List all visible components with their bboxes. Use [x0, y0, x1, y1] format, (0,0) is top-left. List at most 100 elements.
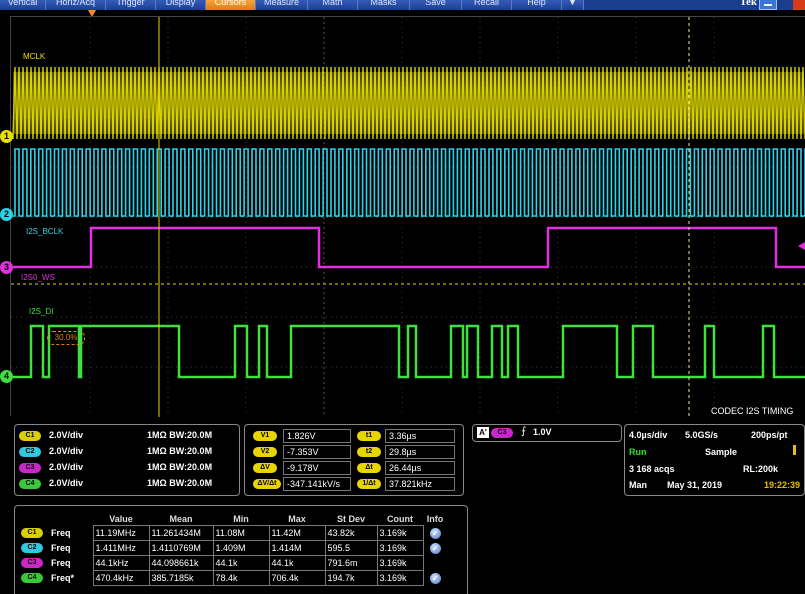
table-row[interactable]: C3 Freq 44.1kHz 44.098661k 44.1k 44.1k 791.6m 3…	[19, 555, 447, 571]
measurement-value: 11.19MHz	[92, 525, 150, 541]
menu-trigger[interactable]: Trigger	[106, 0, 156, 10]
measurement-count: 3.169k	[376, 570, 424, 586]
menu-math[interactable]: Math	[308, 0, 358, 10]
cursor-delta-t-pill: Δt	[357, 463, 381, 473]
channel-1-waveform-fill	[13, 72, 804, 134]
tek-logo: Tek	[739, 0, 757, 8]
menu-masks[interactable]: Masks	[358, 0, 410, 10]
cursor-t1-value: 3.36µs	[385, 429, 455, 443]
info-icon[interactable]: ✓	[429, 542, 441, 554]
vertical-scale: 2.0V/div	[49, 446, 84, 456]
channel-pill-c2: C2	[21, 543, 43, 554]
menu-help[interactable]: Help	[512, 0, 562, 10]
measurement-stdev: 194.7k	[324, 570, 378, 586]
vertical-impedance: 1MΩ BW:20.0M	[147, 462, 213, 472]
cursor-t1-pill: t1	[357, 431, 381, 441]
measurement-min: 44.1k	[212, 555, 270, 571]
channel-1-marker[interactable]: 1	[0, 130, 13, 143]
run-state: Run	[629, 447, 647, 457]
measurement-max: 1.414M	[268, 540, 326, 556]
waveform-display[interactable]: MCLK I2S_BCLK I2S0_WS I2S_DI 30.0% CODEC…	[10, 16, 805, 417]
vertical-row-c2[interactable]: C2 2.0V/div 1MΩ BW:20.0M	[19, 444, 212, 458]
measurement-info-cell: ✓	[423, 541, 447, 556]
menu-save[interactable]: Save	[410, 0, 462, 10]
vertical-impedance: 1MΩ BW:20.0M	[147, 478, 213, 488]
measurement-min: 78.4k	[212, 570, 270, 586]
cursor-inverse-dt-value: 37.821kHz	[385, 477, 455, 491]
trigger-source-pill: C3	[491, 428, 513, 438]
menu-horiz-acq[interactable]: Horiz/Acq	[46, 0, 106, 10]
measurement-stdev: 595.5	[324, 540, 378, 556]
table-row[interactable]: C2 Freq 1.411MHz 1.4110769M 1.409M 1.414M 595.…	[19, 540, 447, 556]
menu-measure[interactable]: Measure	[256, 0, 308, 10]
cursor-readout-panel[interactable]: V1 1.826V V2 -7.353V ΔV -9.178V ΔV/Δt -3…	[244, 424, 464, 496]
vertical-row-c4[interactable]: C4 2.0V/div 1MΩ BW:20.0M	[19, 476, 212, 490]
measurement-value: 470.4kHz	[92, 570, 150, 586]
channel-pill-c2: C2	[19, 446, 41, 457]
vertical-impedance: 1MΩ BW:20.0M	[147, 446, 213, 456]
close-button[interactable]	[793, 0, 805, 10]
minimize-button[interactable]	[759, 0, 777, 10]
header-info: Info	[426, 513, 444, 524]
vertical-settings-panel[interactable]: C1 2.0V/div 1MΩ BW:20.0M C2 2.0V/div 1MΩ BW:…	[14, 424, 240, 496]
vertical-row-c1[interactable]: C1 2.0V/div 1MΩ BW:20.0M	[19, 428, 212, 442]
resolution: 200ps/pt	[751, 430, 788, 440]
menu-recall[interactable]: Recall	[462, 0, 512, 10]
cursor-t2-value: 29.8µs	[385, 445, 455, 459]
measurement-count: 3.169k	[376, 540, 424, 556]
channel-2-label: I2S_BCLK	[26, 227, 64, 236]
trigger-level-arrow[interactable]	[798, 242, 805, 250]
measurement-value: 1.411MHz	[92, 540, 150, 556]
acquisition-count: 3 168 acqs	[629, 464, 675, 474]
measurement-stdev: 791.6m	[324, 555, 378, 571]
channel-2-marker[interactable]: 2	[0, 208, 13, 221]
measurement-mean: 385.7185k	[148, 570, 214, 586]
vertical-row-c3[interactable]: C3 2.0V/div 1MΩ BW:20.0M	[19, 460, 212, 474]
measurement-panel[interactable]: Value Mean Min Max St Dev Count Info C1 F…	[14, 505, 468, 594]
header-pill	[19, 512, 49, 526]
measurement-min: 11.08M	[212, 525, 270, 541]
channel-3-waveform	[13, 226, 805, 269]
measurement-source: C1	[19, 526, 49, 541]
cursor-v2-pill: V2	[253, 447, 277, 457]
channel-2-waveform	[13, 148, 805, 217]
table-row[interactable]: C4 Freq* 470.4kHz 385.7185k 78.4k 706.4k 194.7…	[19, 570, 447, 586]
cursor-dvdt-pill: ΔV/Δt	[253, 479, 281, 489]
header-max: Max	[288, 513, 306, 524]
time: 19:22:39	[764, 480, 801, 490]
channel-pill-c3: C3	[21, 558, 43, 569]
info-icon[interactable]: ✓	[429, 527, 441, 539]
channel-4-waveform	[13, 324, 805, 379]
measurement-mean: 11.261434M	[148, 525, 214, 541]
table-row[interactable]: C1 Freq 11.19MHz 11.261434M 11.08M 11.42M 43.8…	[19, 525, 447, 541]
menu-display[interactable]: Display	[156, 0, 206, 10]
measurement-source: C2	[19, 541, 49, 556]
sample-rate: 5.0GS/s	[685, 430, 719, 440]
vertical-scale: 2.0V/div	[49, 430, 84, 440]
channel-4-marker[interactable]: 4	[0, 370, 13, 383]
measurement-stdev: 43.82k	[324, 525, 378, 541]
header-min: Min	[233, 513, 249, 524]
waveform-canvas	[11, 17, 805, 417]
channel-3-marker[interactable]: 3	[0, 261, 13, 274]
measurement-max: 11.42M	[268, 525, 326, 541]
rising-edge-icon: ⨍	[521, 426, 527, 437]
cursor-delta-t-value: 26.44µs	[385, 461, 455, 475]
menu-cursors[interactable]: Cursors	[206, 0, 256, 10]
measurement-type: Freq	[51, 543, 71, 553]
cursor-dvdt-value: -347.141kV/s	[283, 477, 351, 491]
menu-dropdown-arrow[interactable]: ▼	[562, 0, 584, 10]
info-icon[interactable]: ✓	[429, 572, 441, 584]
channel-pill-c1: C1	[19, 430, 41, 441]
header-name	[49, 512, 93, 526]
menu-vertical[interactable]: Vertical	[0, 0, 46, 10]
measurement-header-row: Value Mean Min Max St Dev Count Info	[19, 512, 447, 526]
header-count: Count	[387, 513, 413, 524]
trigger-settings-panel[interactable]: A' C3 ⨍ 1.0V	[472, 424, 622, 442]
channel-pill-c4: C4	[21, 573, 43, 584]
vertical-impedance: 1MΩ BW:20.0M	[147, 430, 213, 440]
header-value: Value	[109, 513, 133, 524]
cursor-delta-v-value: -9.178V	[283, 461, 351, 475]
screen-annotation-title: CODEC I2S TIMING	[711, 406, 794, 416]
acquisition-panel[interactable]: 4.0µs/div 5.0GS/s 200ps/pt Run Sample 3 …	[624, 424, 805, 496]
